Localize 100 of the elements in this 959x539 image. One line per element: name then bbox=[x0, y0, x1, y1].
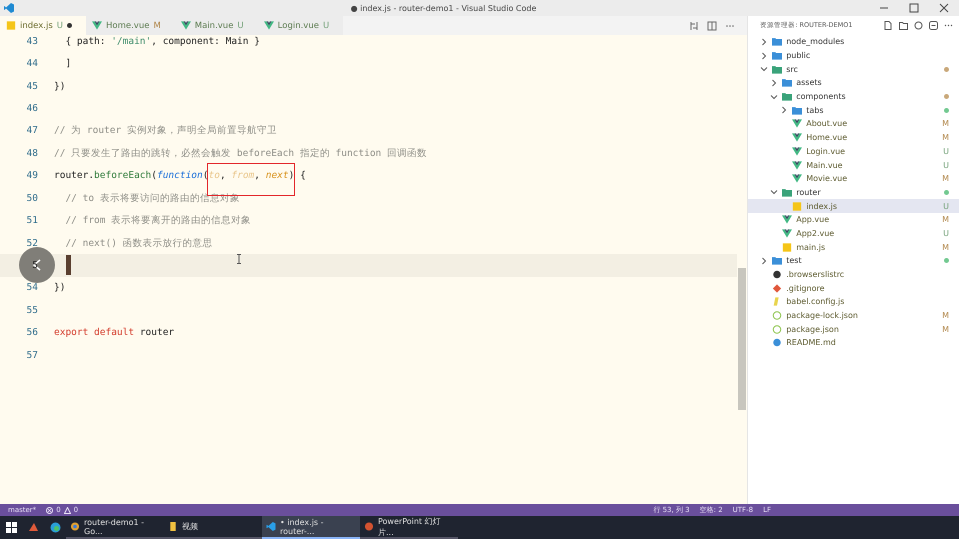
file-name: README.md bbox=[786, 338, 837, 348]
line-number: 46 bbox=[26, 102, 38, 114]
edge-browser-icon[interactable] bbox=[50, 522, 60, 533]
file-name: babel.config.js bbox=[786, 297, 846, 306]
folder-item[interactable]: node_modules bbox=[748, 35, 959, 49]
git-status: M bbox=[942, 174, 949, 184]
file-item[interactable]: Main.vue U bbox=[748, 158, 959, 172]
code-line: }) bbox=[54, 80, 66, 92]
line-number: 54 bbox=[26, 282, 38, 294]
folder-icon bbox=[782, 188, 792, 197]
line-number: 45 bbox=[26, 80, 38, 92]
file-name: .gitignore bbox=[786, 284, 826, 293]
new-file-icon[interactable] bbox=[884, 21, 893, 30]
editor-tab[interactable]: Main.vue U bbox=[174, 16, 258, 35]
file-item[interactable]: Movie.vue M bbox=[748, 172, 959, 186]
line-number: 47 bbox=[26, 125, 38, 136]
windows-start-icon[interactable] bbox=[6, 522, 16, 533]
file-item[interactable]: README.md bbox=[748, 336, 959, 350]
folder-icon bbox=[772, 64, 782, 74]
file-item[interactable]: App2.vue U bbox=[748, 226, 959, 240]
file-item[interactable]: package-lock.json M bbox=[748, 308, 959, 322]
text-cursor bbox=[66, 255, 71, 276]
git-status: U bbox=[943, 228, 949, 238]
file-name: tabs bbox=[806, 106, 825, 115]
editor-tab[interactable]: Login.vue U bbox=[258, 16, 344, 35]
code-line: // next() 函数表示放行的意思 bbox=[64, 236, 213, 250]
file-name: Movie.vue bbox=[806, 174, 848, 184]
folder-icon bbox=[772, 37, 782, 46]
compare-icon[interactable] bbox=[689, 20, 700, 30]
error-icon bbox=[46, 506, 54, 514]
json-file-icon bbox=[772, 324, 782, 334]
git-status: M bbox=[942, 215, 949, 224]
file-item[interactable]: .gitignore bbox=[748, 281, 959, 296]
json-file-icon bbox=[772, 311, 782, 320]
folder-item[interactable]: components bbox=[748, 90, 959, 104]
previous-button[interactable] bbox=[19, 247, 55, 283]
taskbar-item[interactable]: router-demo1 - Go... bbox=[66, 516, 164, 539]
split-editor-icon[interactable] bbox=[707, 20, 718, 30]
file-item[interactable]: Login.vue U bbox=[748, 144, 959, 158]
refresh-icon[interactable] bbox=[914, 21, 923, 30]
vue-icon bbox=[792, 146, 802, 156]
file-item[interactable]: babel.config.js bbox=[748, 295, 959, 309]
text-cursor-icon bbox=[236, 254, 242, 264]
file-item[interactable]: .browserslistrc bbox=[748, 268, 959, 282]
folder-item[interactable]: assets bbox=[748, 76, 959, 90]
folder-item[interactable]: public bbox=[748, 48, 959, 62]
file-name: App2.vue bbox=[796, 228, 836, 238]
folder-item[interactable]: router bbox=[748, 186, 959, 200]
file-item[interactable]: About.vue M bbox=[748, 117, 959, 131]
vue-icon bbox=[792, 174, 802, 184]
file-name: router bbox=[796, 188, 822, 197]
file-name: node_modules bbox=[786, 37, 846, 46]
file-name: About.vue bbox=[806, 119, 848, 128]
line-number: 55 bbox=[26, 304, 38, 316]
git-status: M bbox=[942, 119, 949, 128]
taskbar-item[interactable]: PowerPoint 幻灯片... bbox=[360, 516, 458, 539]
folder-icon bbox=[782, 78, 792, 88]
editor-tab[interactable]: Home.vue M bbox=[86, 16, 175, 35]
line-number: 50 bbox=[26, 192, 38, 204]
file-item[interactable]: index.js U bbox=[748, 199, 959, 213]
folder-item[interactable]: src bbox=[748, 62, 959, 76]
file-name: assets bbox=[796, 78, 823, 88]
git-status: U bbox=[943, 160, 949, 170]
line-number: 49 bbox=[26, 170, 38, 182]
vue-icon bbox=[92, 21, 102, 30]
folder-item[interactable]: test bbox=[748, 254, 959, 268]
file-item[interactable]: Home.vue M bbox=[748, 130, 959, 144]
file-name: public bbox=[786, 51, 812, 60]
vscode-logo-icon bbox=[4, 3, 14, 13]
file-item[interactable]: main.js M bbox=[748, 240, 959, 254]
file-name: index.js bbox=[806, 202, 838, 211]
code-line: // 为 router 实例对象，声明全局前置导航守卫 bbox=[54, 124, 277, 138]
new-folder-icon[interactable] bbox=[899, 21, 908, 30]
collapse-icon[interactable] bbox=[929, 21, 938, 30]
file-item[interactable]: package.json M bbox=[748, 322, 959, 336]
taskbar-item[interactable]: • index.js - router-... bbox=[262, 516, 360, 539]
git-status: U bbox=[943, 146, 949, 156]
vue-icon bbox=[792, 133, 802, 142]
file-name: App.vue bbox=[796, 215, 830, 224]
code-line: // from 表示将要离开的路由的信息对象 bbox=[64, 214, 252, 228]
vue-icon bbox=[782, 228, 792, 238]
js-file-icon bbox=[792, 202, 802, 211]
file-item[interactable]: App.vue M bbox=[748, 212, 959, 227]
folder-icon bbox=[772, 51, 782, 60]
window-title: ● index.js - router-demo1 - Visual Studio Code bbox=[350, 4, 538, 12]
file-name: Home.vue bbox=[806, 133, 848, 142]
js-file-icon bbox=[782, 242, 792, 252]
info-icon bbox=[772, 338, 782, 348]
vue-icon bbox=[782, 215, 792, 224]
file-name: components bbox=[796, 92, 847, 102]
vue-icon bbox=[180, 21, 191, 30]
editor-tab[interactable]: index.js U bbox=[0, 16, 86, 35]
vue-icon bbox=[792, 119, 802, 128]
line-number: 57 bbox=[26, 350, 38, 361]
app-icon[interactable] bbox=[28, 522, 38, 533]
js-file-icon bbox=[6, 21, 16, 30]
line-number: 56 bbox=[26, 327, 38, 338]
scrollbar-thumb[interactable] bbox=[738, 268, 746, 410]
line-number: 51 bbox=[26, 215, 38, 226]
folder-item[interactable]: tabs bbox=[748, 103, 959, 118]
